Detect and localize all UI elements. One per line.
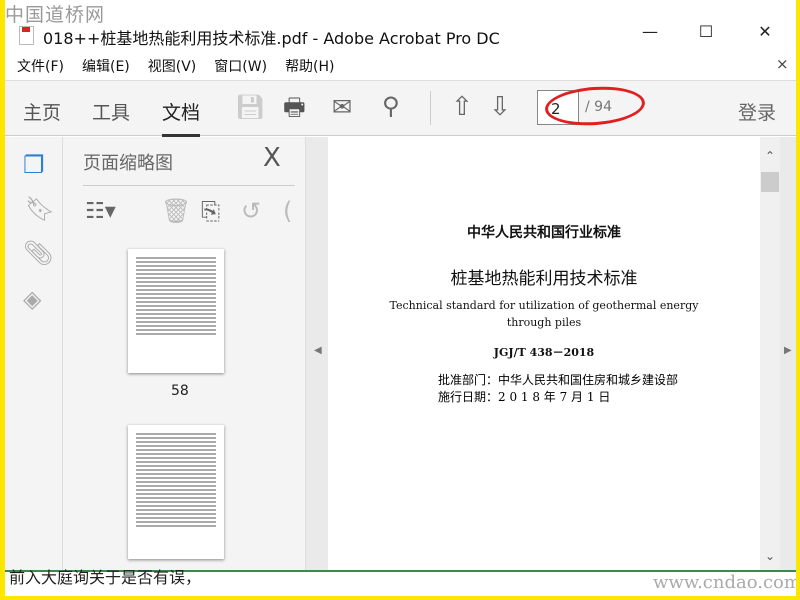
document-scrollbar[interactable]: ⌃ ⌄ bbox=[760, 137, 780, 570]
rotate-right-icon[interactable]: ( bbox=[283, 199, 292, 223]
close-panel-button[interactable]: X bbox=[263, 143, 281, 173]
divider bbox=[83, 185, 295, 186]
doc-title: 桩基地热能利用技术标准 bbox=[450, 269, 638, 289]
scroll-up-icon[interactable]: ⌃ bbox=[765, 149, 775, 163]
watermark-logo: 中国道桥网 bbox=[5, 4, 106, 26]
cut-off-text: 前入大庭询关于是否有误， bbox=[9, 568, 202, 587]
pdf-file-icon bbox=[19, 26, 34, 45]
menu-file[interactable]: 文件(F) bbox=[17, 56, 64, 76]
thumbnail-list: 58 bbox=[83, 241, 283, 570]
doc-line: 中华人民共和国行业标准 bbox=[467, 225, 621, 241]
doc-dept: 批准部门：中华人民共和国住房和城乡建设部 bbox=[438, 373, 679, 387]
email-icon[interactable]: ✉ bbox=[332, 95, 352, 119]
thumbnail-page[interactable] bbox=[128, 425, 224, 559]
window-title: 018++桩基地热能利用技术标准.pdf - Adobe Acrobat Pro… bbox=[43, 29, 500, 48]
scroll-thumb[interactable] bbox=[761, 172, 779, 192]
tab-document[interactable]: 文档 bbox=[162, 98, 201, 137]
doc-date: 施行日期：2 0 1 8 年 7 月 1 日 bbox=[438, 390, 611, 404]
menu-window[interactable]: 窗口(W) bbox=[214, 56, 267, 76]
attachment-icon[interactable]: 📎︎ bbox=[23, 241, 53, 265]
doc-line: Technical standard for utilization of ge… bbox=[389, 299, 699, 312]
doc-line: through piles bbox=[506, 316, 582, 329]
thumbnail-label: 58 bbox=[171, 383, 189, 399]
bottom-strip: 前入大庭询关于是否有误， www.cndao.com bbox=[5, 568, 796, 596]
previous-page-icon[interactable]: ⇧ bbox=[451, 94, 473, 120]
login-button[interactable]: 登录 bbox=[738, 98, 776, 125]
expand-right-icon[interactable]: ▶ bbox=[784, 345, 792, 356]
menu-help[interactable]: 帮助(H) bbox=[285, 56, 334, 76]
watermark-url: www.cndao.com bbox=[653, 572, 796, 593]
close-window-button[interactable]: ✕ bbox=[750, 22, 780, 41]
tab-tools[interactable]: 工具 bbox=[92, 98, 130, 125]
menu-bar: 文件(F) 编辑(E) 视图(V) 窗口(W) 帮助(H) bbox=[17, 56, 335, 76]
document-view: 中华人民共和国行业标准 桩基地热能利用技术标准 Technical standa… bbox=[328, 137, 760, 570]
save-icon[interactable]: 💾︎ bbox=[235, 95, 265, 119]
doc-code: JGJ/T 438－2018 bbox=[493, 346, 595, 359]
minimize-button[interactable]: — bbox=[635, 22, 665, 41]
print-icon[interactable]: 🖶 bbox=[283, 95, 306, 119]
thumbnail-page[interactable] bbox=[128, 249, 224, 373]
page-thumbnails-icon[interactable]: ❐ bbox=[23, 153, 45, 177]
screen: 中国道桥网 018++桩基地热能利用技术标准.pdf - Adobe Acrob… bbox=[5, 0, 796, 596]
left-rail: ❐ 🔖︎ 📎︎ ◈ bbox=[5, 137, 63, 570]
close-document-button[interactable]: × bbox=[776, 55, 789, 73]
maximize-button[interactable]: ☐ bbox=[691, 22, 721, 41]
next-page-icon[interactable]: ⇩ bbox=[489, 94, 511, 120]
search-icon[interactable]: ⚲ bbox=[382, 94, 400, 118]
panel-collapse-gutter[interactable]: ◀ bbox=[305, 137, 328, 570]
collapse-left-icon[interactable]: ◀ bbox=[314, 345, 322, 356]
options-menu-icon[interactable]: ☷▾ bbox=[85, 201, 116, 223]
layers-icon[interactable]: ◈ bbox=[23, 287, 41, 311]
bookmark-icon[interactable]: 🔖︎ bbox=[25, 197, 55, 221]
delete-icon[interactable]: 🗑︎ bbox=[161, 199, 191, 223]
tab-home[interactable]: 主页 bbox=[23, 98, 61, 125]
right-panel-gutter[interactable]: ▶ bbox=[780, 137, 796, 570]
panel-title: 页面缩略图 bbox=[83, 153, 173, 174]
menu-view[interactable]: 视图(V) bbox=[148, 56, 197, 76]
insert-page-icon[interactable]: ⎘ bbox=[201, 199, 220, 223]
scroll-down-icon[interactable]: ⌄ bbox=[765, 549, 775, 563]
menu-edit[interactable]: 编辑(E) bbox=[82, 56, 130, 76]
divider bbox=[430, 91, 431, 125]
toolbar: 主页 工具 文档 💾︎ 🖶 ✉ ⚲ ⇧ ⇩ 2 / 94 登录 bbox=[5, 80, 796, 137]
rotate-left-icon[interactable]: ↺ bbox=[241, 199, 261, 223]
thumbnails-panel: 页面缩略图 X ☷▾ 🗑︎ ⎘ ↺ ( 58 ⌃ ⌄ bbox=[63, 137, 360, 570]
